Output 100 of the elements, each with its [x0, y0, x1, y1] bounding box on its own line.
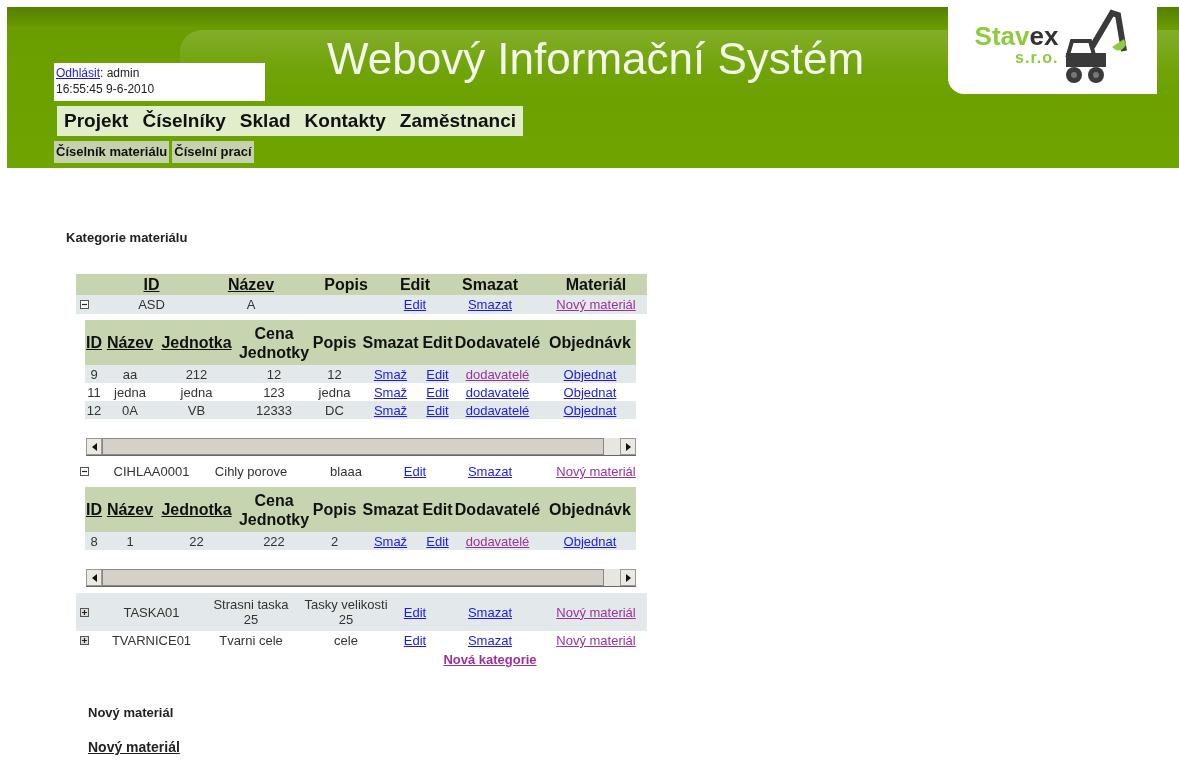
- section-heading: Nový materiál: [88, 705, 175, 720]
- scroll-right-button[interactable]: [620, 438, 636, 455]
- table-cell-text: 12: [265, 365, 283, 383]
- table-link[interactable]: Edit: [403, 297, 427, 312]
- table-link[interactable]: Smazat: [467, 633, 513, 648]
- date-time: 16:55:45 9-6-2010: [56, 81, 156, 97]
- menu-item[interactable]: Kontakty: [304, 110, 386, 132]
- column-header[interactable]: ID: [86, 333, 102, 352]
- table-link[interactable]: Smaž: [373, 402, 408, 418]
- table-cell-text: 212: [184, 365, 209, 383]
- table-link[interactable]: Objednat: [563, 533, 617, 549]
- logo-text: Stavex s.r.o.: [974, 25, 1059, 68]
- table-cell-text: ASD: [137, 296, 166, 314]
- table-link[interactable]: Nový materiál: [556, 633, 636, 648]
- new-material-link[interactable]: Nový materiál: [88, 739, 180, 755]
- table-link[interactable]: Nový materiál: [556, 464, 636, 479]
- column-header: Edit: [424, 500, 451, 520]
- arrow-left-icon[interactable]: [91, 442, 97, 451]
- plus-box-icon[interactable]: [80, 636, 89, 645]
- menu-item[interactable]: Zaměstnanci: [399, 110, 516, 132]
- menu-item[interactable]: Projekt: [64, 110, 129, 132]
- plus-box-icon[interactable]: [80, 607, 89, 617]
- column-header[interactable]: Jednotka: [161, 333, 232, 352]
- column-header: Materiál: [564, 274, 628, 295]
- column-header: Dodavatelé: [453, 500, 542, 520]
- arrow-left-icon[interactable]: [91, 573, 97, 582]
- minus-box-icon[interactable]: [80, 467, 89, 476]
- table-cell-text: 0A: [121, 401, 139, 419]
- submenu-item[interactable]: Číselní prací: [172, 141, 254, 163]
- table-link[interactable]: Nová kategorie: [443, 652, 537, 667]
- table-cell-text: DC: [324, 401, 345, 419]
- column-header: Objednávk: [548, 333, 632, 353]
- table-cell-text: Strasni taska 25: [212, 596, 290, 629]
- table-link[interactable]: Smazat: [467, 297, 513, 312]
- table-link[interactable]: Smaž: [373, 384, 408, 400]
- table-link[interactable]: Edit: [403, 464, 427, 479]
- table-link[interactable]: Smazat: [467, 464, 513, 479]
- table-link[interactable]: Objednat: [563, 384, 617, 400]
- section-title: Kategorie materiálu: [66, 230, 189, 245]
- table-link[interactable]: dodavatelé: [465, 533, 530, 549]
- table-cell-text: VB: [186, 401, 207, 419]
- table-cell-text: 8: [89, 532, 99, 550]
- table-cell-text: Tvarni cele: [218, 632, 284, 650]
- table-cell-text: CIHLAA0001: [112, 463, 191, 481]
- column-header: Smazat: [361, 333, 420, 353]
- column-header[interactable]: Název: [106, 333, 154, 352]
- table-link[interactable]: dodavatelé: [465, 366, 530, 382]
- column-header[interactable]: ID: [86, 500, 102, 519]
- table-cell-text: 12: [326, 365, 343, 383]
- table-cell: 12: [85, 401, 103, 419]
- table-link[interactable]: Edit: [403, 604, 427, 620]
- table-link[interactable]: dodavatelé: [465, 402, 530, 418]
- minus-box-icon[interactable]: [80, 300, 89, 309]
- arrow-right-icon[interactable]: [625, 573, 631, 582]
- table-link[interactable]: Smazat: [467, 604, 513, 620]
- column-header: Popis: [312, 500, 357, 520]
- table-link[interactable]: Edit: [426, 366, 449, 382]
- table-link[interactable]: Smaž: [373, 533, 408, 549]
- arrow-right-icon[interactable]: [625, 442, 631, 451]
- table-cell-text: cele: [333, 632, 359, 650]
- menu-item[interactable]: Číselníky: [142, 110, 226, 132]
- table-cell-text: Cihly porove: [213, 463, 289, 481]
- table-cell-text: 12333: [254, 401, 294, 419]
- table-cell-text: TVARNICE01: [110, 632, 193, 650]
- table-link[interactable]: Edit: [426, 402, 449, 418]
- table-cell-text: 9: [89, 365, 99, 383]
- table-link[interactable]: Objednat: [563, 366, 617, 382]
- column-header: Cena Jednotky: [237, 323, 311, 363]
- scroll-right-button[interactable]: [620, 569, 636, 586]
- column-header: Dodavatelé: [453, 333, 542, 353]
- table-link[interactable]: Nový materiál: [556, 604, 636, 620]
- column-header: Popis: [323, 274, 369, 295]
- table-cell-text: 123: [262, 383, 286, 401]
- table-link[interactable]: Edit: [426, 533, 449, 549]
- table-link[interactable]: dodavatelé: [465, 384, 530, 400]
- table-cell-text: TASKA01: [122, 603, 181, 622]
- column-header: Edit: [424, 333, 451, 353]
- table-cell-text: aa: [121, 365, 139, 383]
- table-link[interactable]: Edit: [403, 633, 427, 648]
- table-cell-text: Tasky velikosti 25: [303, 596, 389, 629]
- scroll-left-button[interactable]: [86, 569, 102, 586]
- table-cell-text: jedna: [317, 383, 352, 401]
- menu-item[interactable]: Sklad: [239, 110, 291, 132]
- column-header[interactable]: ID: [143, 275, 160, 294]
- table-link[interactable]: Edit: [426, 384, 449, 400]
- table-link[interactable]: Smaž: [373, 366, 408, 382]
- column-header[interactable]: Název: [227, 275, 275, 294]
- table-cell-text: jedna: [179, 383, 214, 401]
- column-header: Smazat: [461, 274, 519, 295]
- table-link[interactable]: Nový materiál: [556, 297, 636, 312]
- table-link[interactable]: Objednat: [563, 402, 617, 418]
- column-header: Popis: [312, 333, 357, 353]
- column-header: Cena Jednotky: [237, 490, 311, 530]
- scroll-left-button[interactable]: [86, 438, 102, 455]
- submenu-item[interactable]: Číselník materiálu: [54, 141, 170, 163]
- column-header[interactable]: Název: [106, 500, 154, 519]
- column-header[interactable]: Jednotka: [161, 500, 232, 519]
- table-cell-text: 2: [329, 532, 340, 550]
- table-cell-text: 22: [188, 532, 205, 550]
- table-cell-text: 11: [86, 383, 102, 401]
